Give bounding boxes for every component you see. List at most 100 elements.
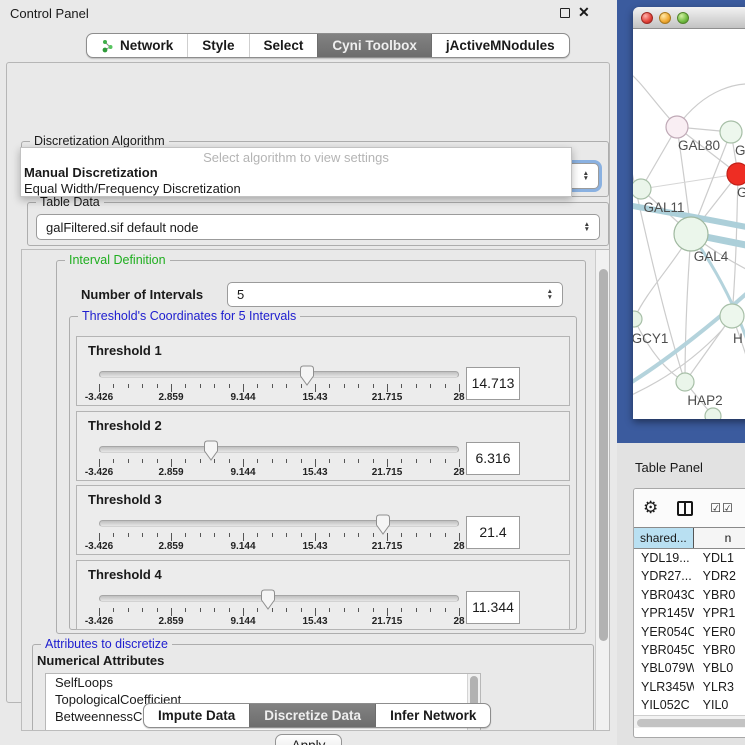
tick-mark <box>113 533 114 537</box>
zoom-traffic-light[interactable] <box>677 12 689 24</box>
tick-label: 15.43 <box>302 616 327 627</box>
tick-mark <box>315 533 316 541</box>
algorithm-option-equal-width[interactable]: Equal Width/Frequency Discretization <box>21 181 571 197</box>
threshold-slider-track[interactable] <box>99 446 459 453</box>
algorithm-option-manual[interactable]: Manual Discretization <box>21 165 571 181</box>
network-node-h[interactable] <box>720 304 744 328</box>
tick-mark <box>157 533 158 537</box>
table-row[interactable]: YIL052CYIL0 <box>634 696 745 714</box>
tick-mark <box>171 533 172 541</box>
network-node-label: GAL80 <box>678 138 720 153</box>
tick-mark <box>185 533 186 537</box>
threshold-value-field[interactable]: 14.713 <box>466 367 520 400</box>
network-window-titlebar[interactable] <box>633 7 745 29</box>
attribute-list-item[interactable]: SelfLoops <box>46 674 480 691</box>
tab-select[interactable]: Select <box>249 34 318 57</box>
table-cell-name: YBR0 <box>694 641 745 659</box>
table-row[interactable]: YDR27...YDR2 <box>634 567 745 585</box>
tick-mark <box>401 459 402 463</box>
network-node-gal80[interactable] <box>666 116 688 138</box>
settings-vertical-scrollbar[interactable] <box>595 250 610 730</box>
tick-mark <box>315 384 316 392</box>
table-cell-name: YPR1 <box>694 604 745 622</box>
table-cell-shared-name: YBR045C <box>634 641 694 659</box>
apply-button[interactable]: Apply <box>275 734 342 745</box>
network-node-g[interactable] <box>727 163 745 185</box>
table-row[interactable]: YBL079WYBL0 <box>634 659 745 677</box>
tab-impute-data[interactable]: Impute Data <box>144 704 249 727</box>
gear-icon[interactable]: ⚙ <box>643 498 658 518</box>
network-node-ga[interactable] <box>720 121 742 143</box>
tick-mark <box>373 608 374 612</box>
threshold-value-field[interactable]: 21.4 <box>466 516 520 549</box>
table-row[interactable]: YER054CYER0 <box>634 623 745 641</box>
tab-network[interactable]: Network <box>87 34 187 57</box>
network-icon <box>101 39 115 53</box>
table-data-combobox[interactable]: galFiltered.sif default node ▲▼ <box>36 214 600 240</box>
tick-mark <box>142 459 143 463</box>
threshold-slider-track[interactable] <box>99 520 459 527</box>
table-row[interactable]: YPR145WYPR1 <box>634 604 745 622</box>
threshold-label: Threshold 3 <box>88 492 162 507</box>
tick-mark <box>387 384 388 392</box>
network-edge[interactable] <box>677 84 745 127</box>
cyni-toolbox-panel: Discretization Algorithm ▲▼ Select algor… <box>6 62 610 703</box>
tick-mark <box>229 384 230 388</box>
float-window-icon[interactable] <box>560 8 570 18</box>
slider-tick-labels: -3.4262.8599.14415.4321.71528 <box>99 541 459 553</box>
threshold-slider-thumb[interactable] <box>260 589 276 610</box>
table-row[interactable]: YDL19...YDL1 <box>634 549 745 567</box>
network-node[interactable] <box>705 408 721 419</box>
split-columns-icon[interactable] <box>677 501 693 516</box>
tick-mark <box>128 533 129 537</box>
table-row[interactable]: YLR345WYLR3 <box>634 678 745 696</box>
combo-arrows-icon: ▲▼ <box>541 289 553 300</box>
interval-definition-group: Interval Definition Number of Intervals … <box>56 260 586 634</box>
network-node-gal4[interactable] <box>674 217 708 251</box>
close-traffic-light[interactable] <box>641 12 653 24</box>
table-horizontal-scrollbar[interactable] <box>634 715 745 728</box>
tick-mark <box>329 608 330 612</box>
close-icon[interactable]: ✕ <box>578 4 590 21</box>
threshold-slider-thumb[interactable] <box>203 440 219 461</box>
table-cell-name: YBL0 <box>694 659 745 677</box>
threshold-slider-thumb[interactable] <box>375 514 391 535</box>
tick-mark <box>185 384 186 388</box>
table-row[interactable]: YBR043CYBR0 <box>634 586 745 604</box>
tick-mark <box>430 533 431 537</box>
threshold-slider-thumb[interactable] <box>299 365 315 386</box>
network-node-label: GAL11 <box>643 200 684 215</box>
table-header-name[interactable]: n <box>694 528 745 548</box>
threshold-value-field[interactable]: 11.344 <box>466 591 520 624</box>
tab-style[interactable]: Style <box>187 34 248 57</box>
threshold-slider-track[interactable] <box>99 595 459 602</box>
threshold-value-field[interactable]: 6.316 <box>466 442 520 475</box>
minimize-traffic-light[interactable] <box>659 12 671 24</box>
tab-cyni-toolbox[interactable]: Cyni Toolbox <box>317 34 431 57</box>
tab-discretize-data[interactable]: Discretize Data <box>249 704 375 727</box>
checkbox-icons[interactable]: ☑☑ <box>710 501 734 515</box>
table-header-shared[interactable]: shared... <box>634 528 694 548</box>
discretization-algorithm-title: Discretization Algorithm <box>30 134 169 148</box>
threshold-slider-track[interactable] <box>99 371 459 378</box>
tick-mark <box>344 459 345 463</box>
tick-mark <box>459 459 460 467</box>
network-edge[interactable] <box>641 174 738 189</box>
network-node-hap2[interactable] <box>676 373 694 391</box>
tab-jactivemnodules[interactable]: jActiveMNodules <box>431 34 569 57</box>
network-node-gal11[interactable] <box>633 179 651 199</box>
control-panel-title: Control Panel <box>10 6 89 21</box>
tick-mark <box>416 384 417 388</box>
network-node-gcy1[interactable] <box>633 311 642 327</box>
settings-scrollbar-thumb[interactable] <box>599 269 608 641</box>
tick-mark <box>272 384 273 388</box>
tick-mark <box>171 384 172 392</box>
tick-label: 21.715 <box>372 392 403 403</box>
table-hscrollbar-thumb[interactable] <box>637 719 745 727</box>
table-cell-shared-name: YDL19... <box>634 549 694 567</box>
table-row[interactable]: YBR045CYBR0 <box>634 641 745 659</box>
number-of-intervals-combobox[interactable]: 5 ▲▼ <box>227 282 563 307</box>
tab-infer-network[interactable]: Infer Network <box>375 704 490 727</box>
network-canvas[interactable]: GAL80GAGGAL11GAL4GCY1HHAP2 <box>633 29 745 419</box>
tick-mark <box>430 459 431 463</box>
